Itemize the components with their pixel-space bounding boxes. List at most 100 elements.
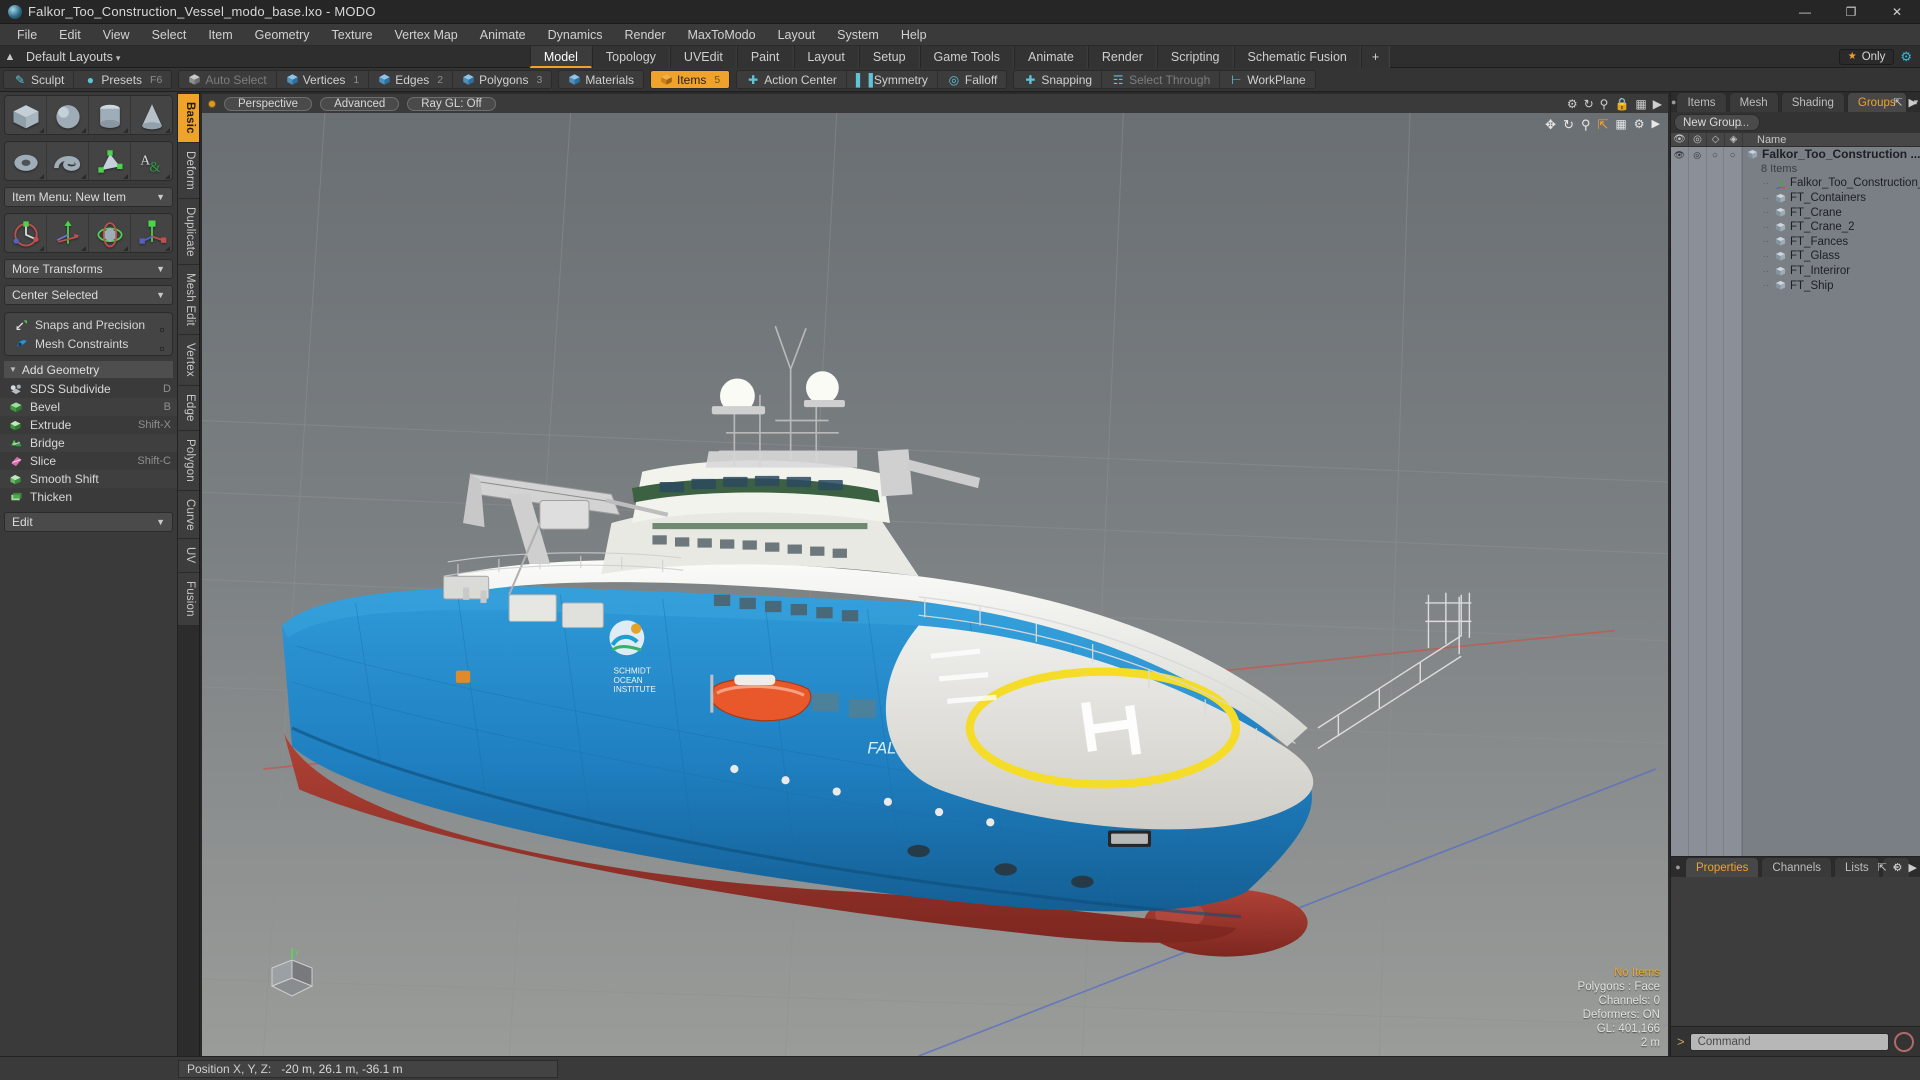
polygon-primitive[interactable]: [89, 142, 131, 180]
window-controls[interactable]: — ❐ ✕: [1782, 0, 1920, 24]
tool-tab-mesh-edit[interactable]: Mesh Edit: [178, 265, 199, 336]
layout-tab-scripting[interactable]: Scripting: [1156, 45, 1234, 68]
gear-icon[interactable]: ⚙: [1893, 861, 1903, 874]
expand-icon[interactable]: ⇱: [1877, 861, 1886, 874]
layout-tab-schematic-fusion[interactable]: Schematic Fusion: [1233, 45, 1361, 68]
panel-menu-dot[interactable]: ●: [1671, 857, 1685, 877]
flyout-corner[interactable]: [39, 128, 44, 133]
layout-tab-paint[interactable]: Paint: [736, 45, 794, 68]
flyout-corner[interactable]: [123, 174, 128, 179]
primitives-row-2[interactable]: A &: [4, 141, 173, 181]
raygl-button[interactable]: Ray GL: Off: [407, 96, 496, 111]
close-button[interactable]: ✕: [1874, 0, 1920, 24]
only-button[interactable]: ★ Only: [1838, 48, 1895, 65]
tree-row[interactable]: ·· Falkor_Too_Construction_Ve...: [1743, 176, 1920, 191]
viewport-3d[interactable]: SCHMIDT OCEAN INSTITUTE FALKOR (too): [202, 113, 1668, 1056]
move-tool[interactable]: [47, 214, 89, 252]
tool-tab-curve[interactable]: Curve: [178, 490, 199, 540]
refresh-icon[interactable]: ↻: [1584, 97, 1594, 111]
modebar-button-sculpt[interactable]: ✎ Sculpt: [4, 71, 75, 88]
right-tab-shading[interactable]: Shading: [1780, 92, 1845, 112]
modebar-button-snapping[interactable]: ✚ Snapping: [1014, 71, 1103, 88]
modebar-button-items[interactable]: Items 5: [651, 71, 730, 88]
tree-row[interactable]: ·· FT_Glass: [1743, 249, 1920, 264]
viewport-nav-icons[interactable]: ✥ ↻ ⚲ ⇱ ▦ ⚙ ▶: [1545, 117, 1660, 133]
tool-tab-vertex[interactable]: Vertex: [178, 335, 199, 387]
modebar-button-materials[interactable]: Materials: [559, 71, 643, 88]
expand-handle[interactable]: [160, 328, 164, 332]
viewport-header-icons[interactable]: ⚙ ↻ ⚲ 🔒 ▦ ▶: [1567, 97, 1662, 111]
flyout-corner[interactable]: [165, 246, 170, 251]
layout-tab-layout[interactable]: Layout: [793, 45, 859, 68]
cube-primitive[interactable]: [5, 96, 47, 134]
tree-row[interactable]: ·· FT_Fances: [1743, 235, 1920, 250]
flyout-corner[interactable]: [123, 246, 128, 251]
flyout-corner[interactable]: [165, 128, 170, 133]
tool-extrude[interactable]: Extrude Shift-X: [0, 416, 177, 434]
flyout-corner[interactable]: [39, 246, 44, 251]
mode-bar[interactable]: ✎ Sculpt ● Presets F6 Auto Select Vertices 1 …: [0, 68, 1920, 92]
more-transforms-dropdown[interactable]: More Transforms ▼: [4, 259, 173, 279]
menu-maxtomodo[interactable]: MaxToModo: [677, 24, 767, 46]
edit-dropdown[interactable]: Edit ▼: [4, 512, 173, 532]
modebar-button-polygons[interactable]: Polygons 3: [453, 71, 551, 88]
properties-tab-channels[interactable]: Channels: [1761, 857, 1833, 877]
layout-tab-uvedit[interactable]: UVEdit: [669, 45, 737, 68]
view-mode-button[interactable]: Perspective: [224, 96, 313, 111]
cone-primitive[interactable]: [131, 96, 172, 134]
center-selected-dropdown[interactable]: Center Selected ▼: [4, 285, 173, 305]
tool-sds-subdivide[interactable]: SDS Subdivide D: [0, 380, 177, 398]
scale-tool[interactable]: [131, 214, 172, 252]
eye-icon[interactable]: 👁: [1671, 133, 1689, 146]
tool-tab-duplicate[interactable]: Duplicate: [178, 198, 199, 266]
modebar-button-falloff[interactable]: ◎ Falloff: [938, 71, 1006, 88]
tree-rows[interactable]: Falkor_Too_Construction ... 8 Items ·· Falk…: [1743, 147, 1920, 856]
transform-tool[interactable]: [5, 214, 47, 252]
modebar-button-auto-select[interactable]: Auto Select: [179, 71, 277, 88]
tool-bevel[interactable]: Bevel B: [0, 398, 177, 416]
sphere-primitive[interactable]: [47, 96, 89, 134]
cube-shaded-icon[interactable]: ◈: [1725, 133, 1743, 146]
modebar-button-vertices[interactable]: Vertices 1: [277, 71, 370, 88]
chevron-right-icon[interactable]: ▶: [1653, 97, 1662, 111]
cylinder-primitive[interactable]: [89, 96, 131, 134]
visibility-toggle[interactable]: 👁: [1671, 147, 1689, 856]
menu-item[interactable]: Item: [197, 24, 243, 46]
tool-slice[interactable]: Slice Shift-C: [0, 452, 177, 470]
properties-tab-lists[interactable]: Lists: [1834, 857, 1880, 877]
collapse-icon[interactable]: ▶: [1652, 117, 1660, 133]
flyout-corner[interactable]: [165, 174, 170, 179]
command-input[interactable]: Command: [1689, 1032, 1889, 1051]
tool-thicken[interactable]: Thicken: [0, 488, 177, 506]
grid-icon[interactable]: ▦: [1615, 117, 1626, 133]
menu-select[interactable]: Select: [141, 24, 198, 46]
right-tab-mesh-[interactable]: Mesh ...: [1728, 92, 1779, 129]
properties-tabs[interactable]: ● Properties Channels Lists + ⇱ ⚙ ▶: [1671, 857, 1920, 877]
flyout-corner[interactable]: [81, 128, 86, 133]
tool-tab-basic[interactable]: Basic: [178, 94, 199, 143]
zoom-icon[interactable]: ⚲: [1581, 117, 1591, 133]
render-toggle[interactable]: ◎: [1689, 147, 1707, 856]
right-panel-tabs[interactable]: ● Items Mesh ... Shading Groups ▾ ⇱ ▶: [1671, 92, 1920, 129]
properties-tab-properties[interactable]: Properties: [1685, 857, 1760, 877]
chevron-right-icon[interactable]: ▶: [1909, 861, 1917, 874]
transform-tools-row[interactable]: [4, 213, 173, 253]
menu-file[interactable]: File: [6, 24, 48, 46]
flyout-corner[interactable]: [81, 246, 86, 251]
modebar-button-presets[interactable]: ● Presets F6: [74, 71, 171, 88]
tree-row[interactable]: ·· FT_Containers: [1743, 191, 1920, 206]
menu-system[interactable]: System: [826, 24, 890, 46]
flyout-corner[interactable]: [81, 174, 86, 179]
right-tab-strip[interactable]: Items Mesh ... Shading Groups: [1676, 92, 1908, 129]
layout-tab-topology[interactable]: Topology: [591, 45, 670, 68]
rotate-icon[interactable]: ↻: [1563, 117, 1574, 133]
tool-category-tabs[interactable]: Basic Deform Duplicate Mesh Edit Vertex Edge P…: [178, 92, 200, 1056]
menu-bar[interactable]: File Edit View Select Item Geometry Texture Ver…: [0, 24, 1920, 46]
layout-tab-animate[interactable]: Animate: [1014, 45, 1088, 68]
tree-row[interactable]: ·· FT_Crane: [1743, 205, 1920, 220]
tree-row[interactable]: ·· FT_Ship: [1743, 278, 1920, 293]
tree-row[interactable]: ·· FT_Interiror: [1743, 264, 1920, 279]
menu-layout[interactable]: Layout: [767, 24, 827, 46]
camera-icon[interactable]: ◎: [1689, 133, 1707, 146]
gear-icon[interactable]: ⚙: [1567, 97, 1578, 111]
